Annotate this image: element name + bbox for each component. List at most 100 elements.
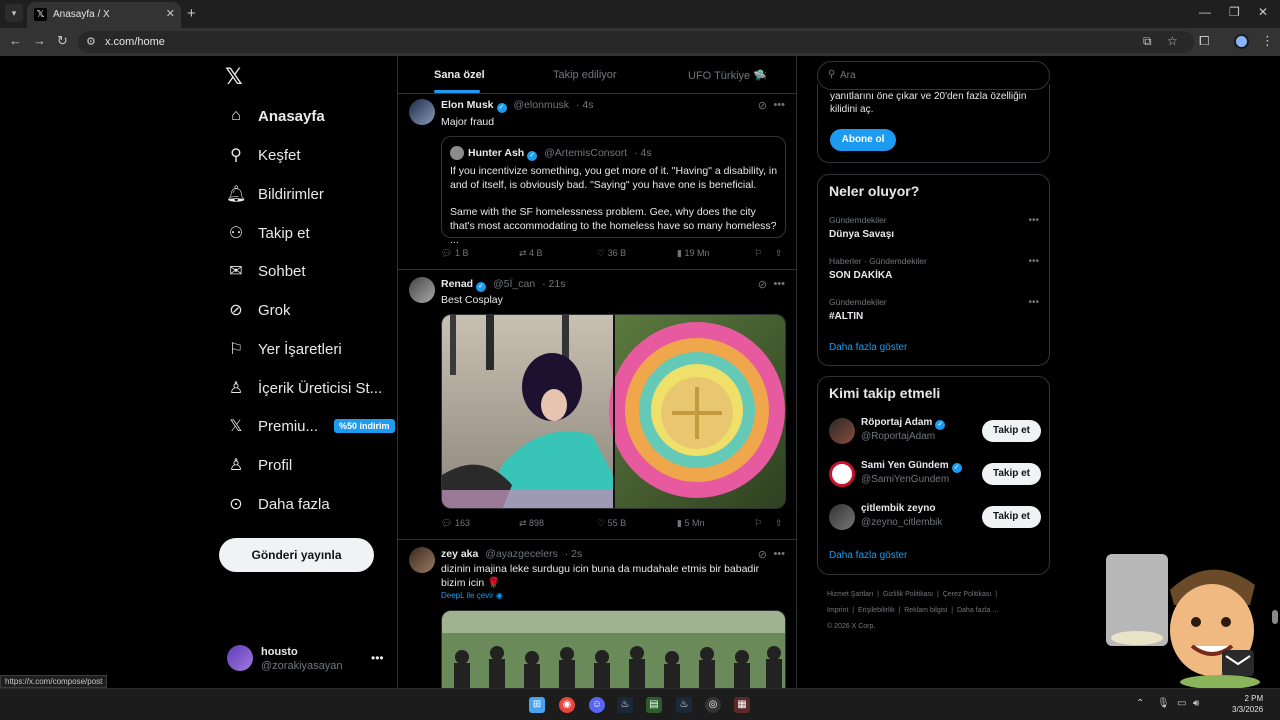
trend-item[interactable]: Gündemdekiler Dünya Savaşı ••• bbox=[829, 215, 1039, 240]
discord-icon[interactable]: ☺ bbox=[589, 697, 605, 713]
chrome-icon[interactable]: ◉ bbox=[559, 697, 575, 713]
avatar[interactable] bbox=[409, 547, 435, 573]
account-name[interactable]: housto bbox=[261, 646, 298, 658]
post-media[interactable] bbox=[441, 314, 786, 509]
browser-tab[interactable]: 𝕏 Anasayfa / X ✕ bbox=[27, 2, 181, 28]
follow-button[interactable]: Takip et bbox=[982, 463, 1041, 485]
forward-button[interactable]: → bbox=[33, 33, 46, 48]
trend-more-icon[interactable]: ••• bbox=[1028, 297, 1039, 308]
grok-explain-icon[interactable]: ⊘ bbox=[758, 278, 767, 291]
nav-item-premium[interactable]: 𝕏 Premiu... %50 indirim bbox=[226, 414, 395, 438]
account-avatar[interactable] bbox=[227, 645, 253, 671]
avatar[interactable] bbox=[829, 504, 855, 530]
reply-button[interactable]: 💬︎ 1 B bbox=[441, 248, 468, 259]
tray-chevron-icon[interactable]: ⌃ bbox=[1136, 698, 1144, 709]
page-scrollbar-track[interactable] bbox=[1269, 56, 1280, 688]
install-app-icon[interactable]: ⧉ bbox=[1143, 34, 1152, 49]
taskbar-clock[interactable]: 2 PM 3/3/2026 bbox=[1232, 693, 1263, 715]
avatar[interactable] bbox=[829, 418, 855, 444]
volume-icon[interactable]: 🔊︎ bbox=[1193, 698, 1199, 709]
site-info-icon[interactable]: ⚙ bbox=[86, 35, 96, 48]
browser-profile-avatar[interactable] bbox=[1234, 34, 1249, 49]
reply-button[interactable]: 💬︎ 163 bbox=[441, 518, 470, 529]
author-name[interactable]: Elon Musk bbox=[441, 99, 494, 111]
views-button[interactable]: ▮ 5 Mn bbox=[677, 518, 704, 529]
grok-explain-icon[interactable]: ⊘ bbox=[758, 99, 767, 112]
suggested-account[interactable]: Röportaj Adam ✓ @RoportajAdam Takip et bbox=[829, 416, 1041, 446]
post-time[interactable]: · 2s bbox=[565, 548, 583, 560]
reload-button[interactable]: ↻ bbox=[57, 33, 68, 49]
trend-more-icon[interactable]: ••• bbox=[1028, 215, 1039, 226]
quoted-post[interactable]: Hunter Ash ✓ @ArtemisConsort · 4s If you … bbox=[441, 136, 786, 246]
share-icon[interactable]: ⇪ bbox=[775, 248, 783, 259]
app-icon[interactable]: ▤ bbox=[646, 697, 662, 713]
footer-link[interactable]: Imprint bbox=[827, 607, 848, 614]
tab-for-you[interactable]: Sana özel bbox=[434, 69, 485, 81]
footer-link[interactable]: Daha fazla ... bbox=[957, 607, 998, 614]
grok-explain-icon[interactable]: ⊘ bbox=[758, 548, 767, 561]
minimize-button[interactable]: — bbox=[1199, 5, 1211, 19]
bookmark-icon[interactable]: ⚐ bbox=[754, 518, 762, 529]
views-button[interactable]: ▮ 19 Mn bbox=[677, 248, 709, 259]
share-icon[interactable]: ⇪ bbox=[775, 518, 783, 529]
footer-link[interactable]: Çerez Politikası bbox=[943, 591, 992, 598]
post-time[interactable]: · 4s bbox=[576, 99, 594, 111]
obs-icon[interactable]: ◎ bbox=[705, 697, 721, 713]
nav-item-home[interactable]: ⌂ Anasayfa bbox=[226, 104, 325, 128]
footer-link[interactable]: Reklam bilgisi bbox=[904, 607, 947, 614]
avatar[interactable] bbox=[409, 99, 435, 125]
nav-item-more[interactable]: ⊙ Daha fazla bbox=[226, 492, 329, 516]
bookmark-star-icon[interactable]: ☆ bbox=[1167, 34, 1178, 48]
steam-alt-icon[interactable]: ♨ bbox=[676, 697, 692, 713]
tab-ufo-turkiye[interactable]: UFO Türkiye 🛸 bbox=[688, 69, 767, 82]
repost-button[interactable]: ⇄ 898 bbox=[519, 518, 544, 529]
post-time[interactable]: · 21s bbox=[542, 278, 565, 290]
steam-icon[interactable]: ♨ bbox=[617, 697, 633, 713]
nav-item-creator-studio[interactable]: ♙ İçerik Üreticisi St... bbox=[226, 376, 382, 400]
restore-button[interactable]: ❐ bbox=[1229, 5, 1240, 19]
follow-button[interactable]: Takip et bbox=[982, 420, 1041, 442]
post-media[interactable] bbox=[441, 610, 786, 688]
avatar[interactable] bbox=[829, 461, 855, 487]
search-box[interactable]: ⚲ Ara bbox=[817, 61, 1050, 90]
nav-item-grok[interactable]: ⊘ Grok bbox=[226, 298, 290, 322]
tab-following[interactable]: Takip ediliyor bbox=[553, 69, 617, 81]
avatar[interactable] bbox=[409, 277, 435, 303]
x-logo-icon[interactable]: 𝕏 bbox=[225, 64, 243, 90]
close-tab-icon[interactable]: ✕ bbox=[166, 7, 175, 20]
bookmark-icon[interactable]: ⚐ bbox=[754, 248, 762, 259]
follow-button[interactable]: Takip et bbox=[982, 506, 1041, 528]
post-more-icon[interactable]: ••• bbox=[773, 99, 785, 111]
author-handle[interactable]: @ayazgecelers bbox=[485, 548, 558, 560]
like-button[interactable]: ♡ 55 B bbox=[597, 518, 626, 529]
author-handle[interactable]: @elonmusk bbox=[513, 99, 569, 111]
browser-menu-icon[interactable]: ⋮ bbox=[1261, 33, 1274, 49]
account-more-icon[interactable]: ••• bbox=[371, 651, 384, 665]
address-bar[interactable]: ⚙ x.com/home ⧉ ☆ bbox=[78, 31, 1194, 53]
post-button[interactable]: Gönderi yayınla bbox=[219, 538, 374, 572]
close-window-button[interactable]: ✕ bbox=[1258, 5, 1268, 19]
suggested-account[interactable]: çitlembik zeyno @zeyno_citlembik Takip e… bbox=[829, 502, 1041, 532]
trend-more-icon[interactable]: ••• bbox=[1028, 256, 1039, 267]
subscribe-button[interactable]: Abone ol bbox=[830, 129, 896, 151]
author-name[interactable]: zey aka bbox=[441, 548, 478, 560]
post-card[interactable]: Elon Musk ✓ @elonmusk · 4s ⊘ ••• Major fr… bbox=[398, 94, 796, 270]
extensions-icon[interactable]: ⧠ bbox=[1199, 33, 1209, 49]
like-button[interactable]: ♡ 36 B bbox=[597, 248, 626, 259]
post-more-icon[interactable]: ••• bbox=[773, 548, 785, 560]
game-icon[interactable]: ▦ bbox=[734, 697, 750, 713]
tab-search-button[interactable]: ▾ bbox=[5, 4, 23, 22]
author-handle[interactable]: @5Ï_can bbox=[493, 278, 535, 290]
suggested-account[interactable]: Sami Yen Gündem ✓ @SamiYenGundem Takip et bbox=[829, 459, 1041, 489]
footer-link[interactable]: Hizmet Şartları bbox=[827, 591, 873, 598]
post-card[interactable]: Renad✓ @5Ï_can · 21s ⊘ ••• Best Cosplay bbox=[398, 270, 796, 540]
nav-item-messages[interactable]: ✉ Sohbet bbox=[226, 259, 305, 283]
network-icon[interactable]: ▭ bbox=[1177, 698, 1186, 709]
who-show-more-link[interactable]: Daha fazla göster bbox=[829, 550, 907, 561]
mic-icon[interactable]: 🎙︎ bbox=[1157, 698, 1170, 709]
post-card[interactable]: zey aka @ayazgecelers · 2s ⊘ ••• dizinin… bbox=[398, 540, 796, 688]
repost-button[interactable]: ⇄ 4 B bbox=[519, 248, 543, 259]
post-more-icon[interactable]: ••• bbox=[773, 278, 785, 290]
trend-item[interactable]: Gündemdekiler #ALTIN ••• bbox=[829, 297, 1039, 322]
start-icon[interactable]: ⊞ bbox=[529, 697, 545, 713]
